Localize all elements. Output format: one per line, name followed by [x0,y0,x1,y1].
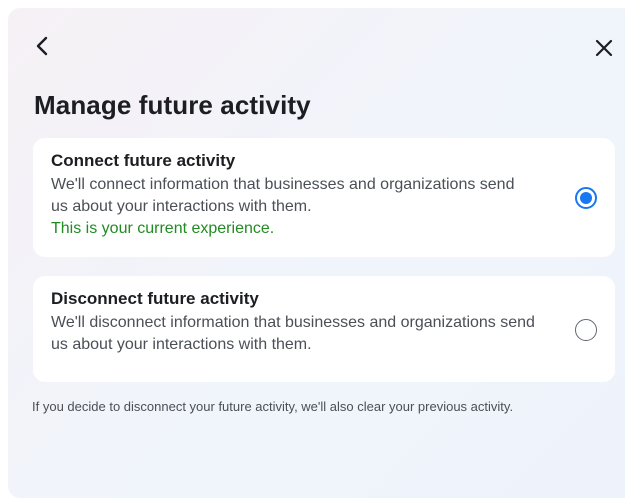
option-connect-future-activity[interactable]: Connect future activity We'll connect in… [33,138,615,257]
option-disconnect-future-activity[interactable]: Disconnect future activity We'll disconn… [33,276,615,382]
manage-activity-dialog: Manage future activity Connect future ac… [8,8,625,498]
current-experience-note: This is your current experience. [51,220,275,237]
close-icon [595,39,613,57]
chevron-left-icon [36,36,48,56]
disconnect-footnote: If you decide to disconnect your future … [32,399,514,414]
option-title: Connect future activity [51,151,236,170]
option-description: We'll connect information that businesse… [51,176,515,215]
option-title: Disconnect future activity [51,289,259,308]
dialog-title: Manage future activity [34,90,311,120]
option-description: We'll disconnect information that busine… [51,314,535,353]
radio-connect-selected[interactable] [575,187,597,209]
close-button[interactable] [590,34,618,62]
back-button[interactable] [28,32,56,60]
radio-disconnect[interactable] [575,319,597,341]
